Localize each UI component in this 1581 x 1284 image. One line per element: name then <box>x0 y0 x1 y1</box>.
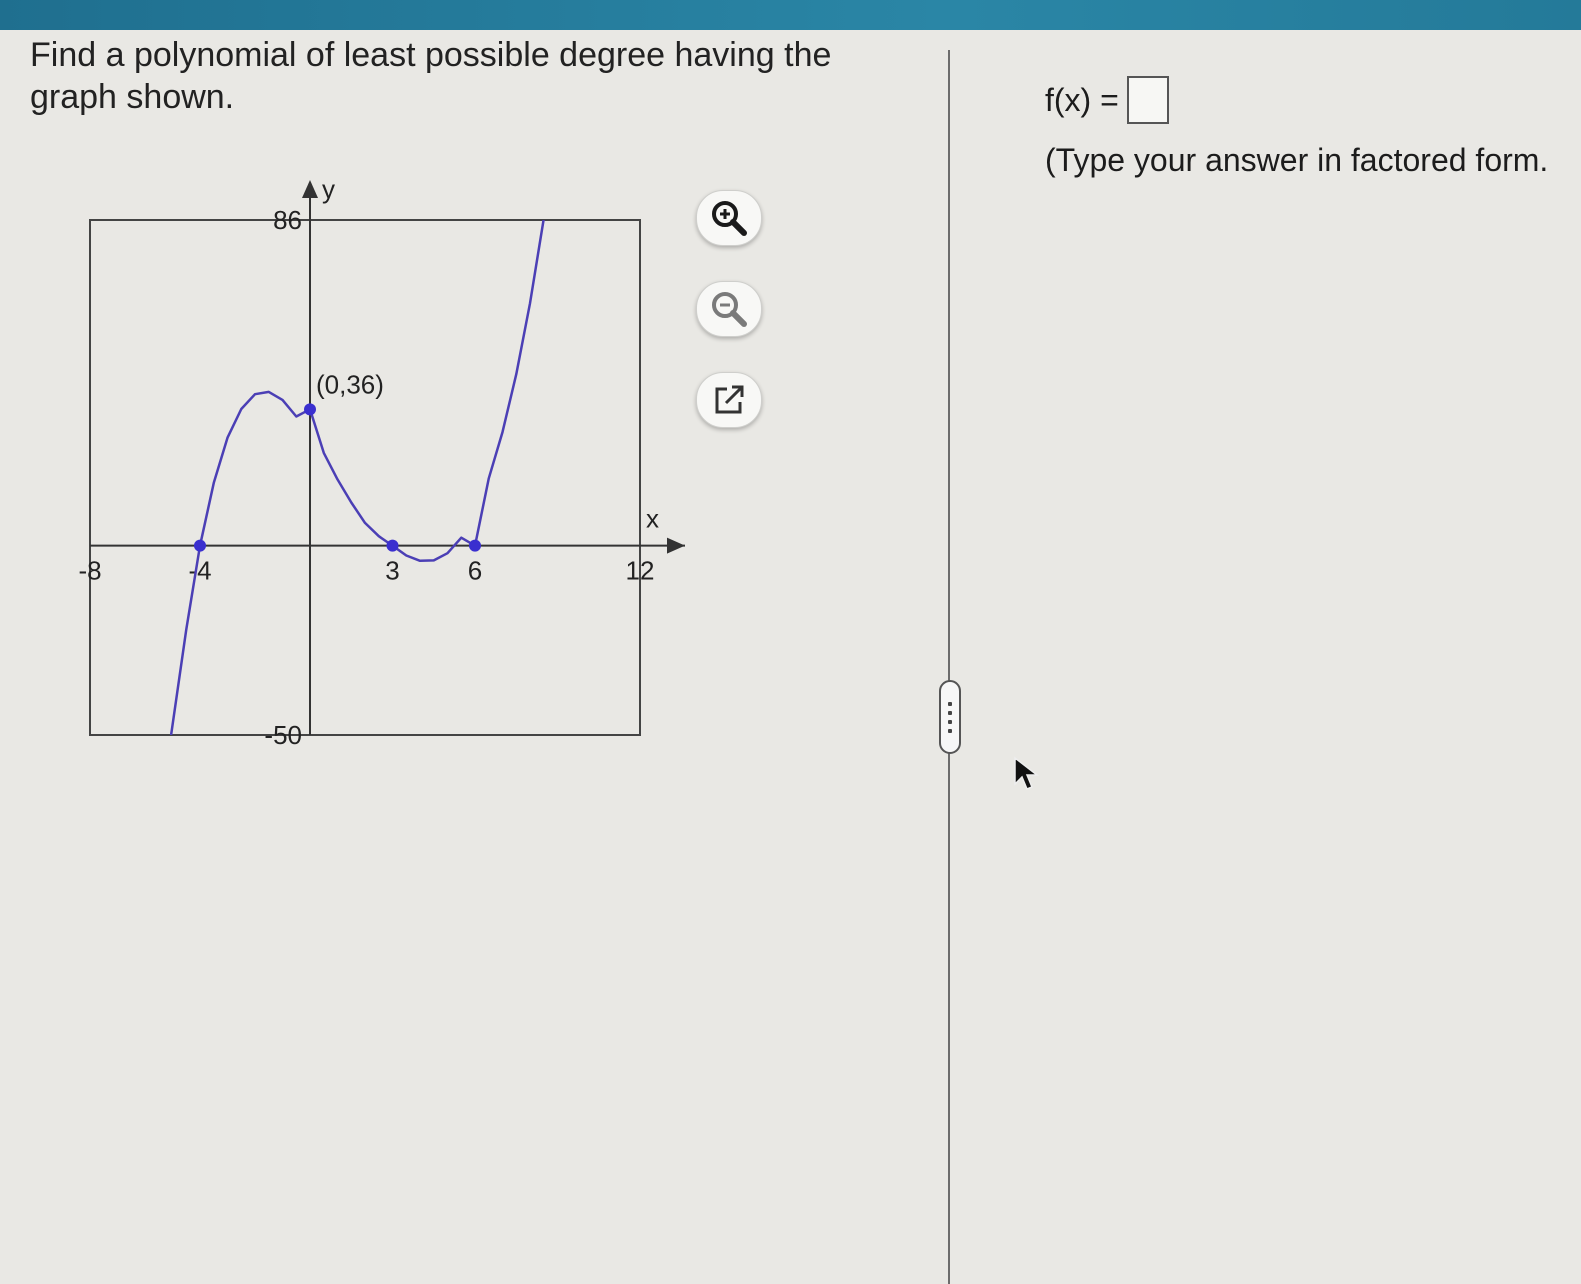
graph-point <box>469 539 481 552</box>
x-tick-label: -4 <box>188 556 211 586</box>
x-tick-label: -8 <box>78 556 101 586</box>
popout-icon <box>715 385 744 414</box>
panel-resize-handle[interactable] <box>939 680 961 754</box>
zoom-out-button[interactable] <box>696 281 762 337</box>
answer-area: f(x) = (Type your answer in factored for… <box>1045 76 1581 182</box>
question-text: Find a polynomial of least possible degr… <box>30 36 832 116</box>
x-tick-label: 3 <box>385 556 399 586</box>
x-tick-label: 12 <box>626 556 655 586</box>
graph-point <box>386 539 399 552</box>
x-tick-label: 6 <box>468 556 482 586</box>
popout-button[interactable] <box>696 372 762 428</box>
top-banner <box>0 0 1581 30</box>
x-axis-label: x <box>646 504 659 534</box>
x-axis-arrow <box>667 537 685 554</box>
answer-hint: (Type your answer in factored form. <box>1045 142 1549 178</box>
zoom-in-button[interactable] <box>696 190 762 246</box>
answer-input[interactable] <box>1126 76 1169 124</box>
panel-divider <box>948 50 950 1284</box>
mouse-cursor-icon <box>1014 756 1040 790</box>
y-axis-label: y <box>322 174 335 204</box>
graph-point <box>194 539 206 552</box>
plot-frame <box>89 219 641 736</box>
zoom-in-icon <box>712 201 747 236</box>
graph-point <box>304 403 316 416</box>
answer-line: f(x) = <box>1045 76 1581 124</box>
y-tick-label: -50 <box>264 720 302 750</box>
point-label: (0,36) <box>316 369 384 399</box>
y-axis-arrow <box>302 180 318 198</box>
answer-label: f(x) = <box>1045 82 1119 118</box>
graph: x y -8 -4 3 6 12 86 -50 (0,36) <box>78 174 685 750</box>
graph-curve <box>169 220 545 735</box>
y-tick-label: 86 <box>273 205 302 235</box>
zoom-out-icon <box>712 292 747 327</box>
